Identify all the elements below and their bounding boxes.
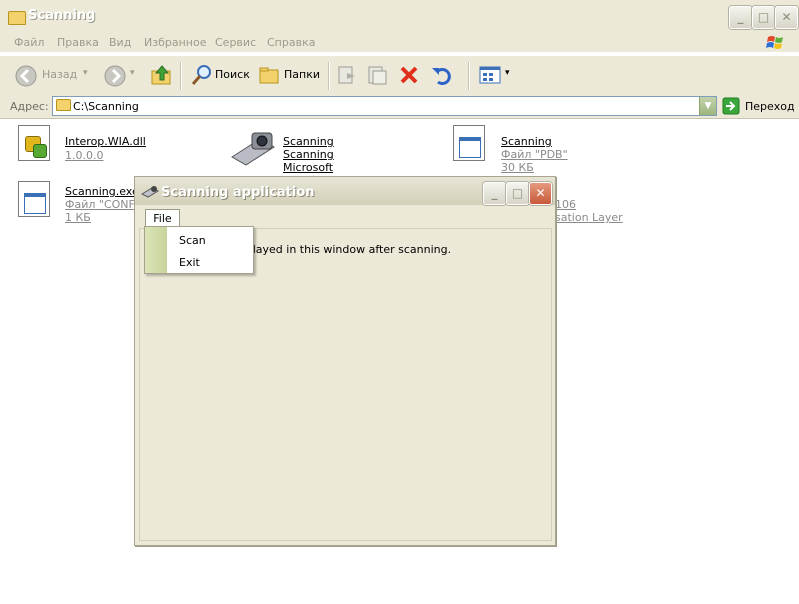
file-name: Interop.WIA.dll: [65, 135, 146, 148]
explorer-toolbar: Назад ▾ ▾ Поиск Папки ▾: [0, 55, 799, 95]
folder-icon: [56, 99, 71, 111]
file-version: 106: [555, 198, 576, 211]
go-arrow-icon[interactable]: [722, 97, 740, 115]
file-item[interactable]: Scanning Scanning Microsoft: [230, 125, 430, 175]
file-item[interactable]: 106 sation Layer: [555, 196, 645, 226]
menu-file[interactable]: Файл: [14, 36, 44, 49]
address-dropdown-icon[interactable]: ▼: [699, 97, 716, 115]
file-item[interactable]: Scanning Файл "PDB" 30 КБ: [453, 125, 633, 174]
back-arrow-icon[interactable]: [14, 64, 38, 88]
pdb-file-icon: [453, 125, 485, 161]
menu-help[interactable]: Справка: [267, 36, 315, 49]
file-size: 30 КБ: [501, 161, 534, 174]
address-label: Адрес:: [10, 100, 49, 113]
file-name: Scanning: [283, 135, 334, 148]
folder-icon: [8, 11, 26, 25]
folders-label[interactable]: Папки: [284, 68, 320, 81]
toolbar-separator: [468, 62, 470, 90]
explorer-menubar: Файл Правка Вид Избранное Сервис Справка: [0, 33, 799, 52]
scanner-camera-icon: [231, 132, 275, 166]
config-file-icon: [18, 181, 50, 217]
window-thumbnail-icon: [459, 137, 481, 158]
maximize-button[interactable]: □: [752, 6, 775, 29]
menu-item-exit[interactable]: Exit: [179, 256, 200, 269]
dll-file-icon: [18, 125, 50, 161]
app-maximize-button[interactable]: □: [506, 182, 529, 205]
move-to-icon[interactable]: [336, 64, 358, 86]
toolbar-separator: [328, 62, 330, 90]
scanner-camera-icon: [141, 186, 159, 198]
minimize-button[interactable]: _: [729, 6, 752, 29]
menu-edit[interactable]: Правка: [57, 36, 99, 49]
gear-icon: [33, 144, 47, 158]
app-message: splayed in this window after scanning.: [240, 243, 452, 256]
file-version: 1.0.0.0: [65, 149, 104, 162]
app-menubar: File: [139, 208, 551, 228]
folders-icon[interactable]: [257, 63, 281, 87]
address-value: C:\Scanning: [73, 100, 139, 113]
copy-to-icon[interactable]: [366, 64, 388, 86]
windows-logo-icon: [766, 36, 783, 49]
close-button[interactable]: ✕: [775, 6, 798, 29]
search-icon[interactable]: [190, 63, 214, 87]
delete-icon[interactable]: [398, 64, 420, 86]
file-description: sation Layer: [555, 211, 623, 224]
search-label[interactable]: Поиск: [215, 68, 250, 81]
views-icon[interactable]: [478, 64, 502, 86]
file-name: Scanning.exe.: [65, 185, 143, 198]
app-close-button[interactable]: ✕: [529, 182, 552, 205]
menu-icon-strip: [145, 227, 167, 273]
address-bar: Адрес: C:\Scanning ▼ Переход: [0, 94, 799, 119]
explorer-title-bar[interactable]: Scanning _ □ ✕: [0, 0, 799, 34]
address-input[interactable]: C:\Scanning ▼: [52, 96, 717, 116]
app-title-bar[interactable]: Scanning application _ □ ✕: [135, 177, 555, 205]
file-dropdown-menu: Scan Exit: [144, 226, 254, 274]
views-dropdown-icon[interactable]: ▾: [505, 68, 510, 78]
window-thumbnail-icon: [24, 193, 46, 214]
toolbar-separator: [180, 62, 182, 90]
app-client-area: splayed in this window after scanning.: [139, 228, 552, 541]
explorer-title: Scanning: [28, 8, 96, 23]
undo-icon[interactable]: [430, 64, 454, 86]
file-item[interactable]: Scanning.exe. Файл "CONFIG 1 КБ: [18, 181, 148, 229]
forward-arrow-icon[interactable]: [103, 64, 127, 88]
file-size: 1 КБ: [65, 211, 91, 224]
file-item[interactable]: Interop.WIA.dll 1.0.0.0: [18, 125, 198, 173]
menu-tools[interactable]: Сервис: [215, 36, 256, 49]
file-type: Файл "PDB": [501, 148, 568, 161]
back-dropdown-icon[interactable]: ▾: [83, 68, 88, 78]
forward-dropdown-icon[interactable]: ▾: [130, 68, 135, 78]
menu-favorites[interactable]: Избранное: [144, 36, 206, 49]
app-minimize-button[interactable]: _: [483, 182, 506, 205]
file-description: Scanning: [283, 148, 334, 161]
file-name: Scanning: [501, 135, 552, 148]
app-title: Scanning application: [161, 185, 315, 200]
file-company: Microsoft: [283, 161, 334, 174]
menu-item-scan[interactable]: Scan: [179, 234, 206, 247]
go-button-label[interactable]: Переход: [745, 100, 795, 113]
menu-view[interactable]: Вид: [109, 36, 131, 49]
folder-up-icon[interactable]: [150, 63, 174, 87]
back-label[interactable]: Назад: [42, 68, 77, 81]
